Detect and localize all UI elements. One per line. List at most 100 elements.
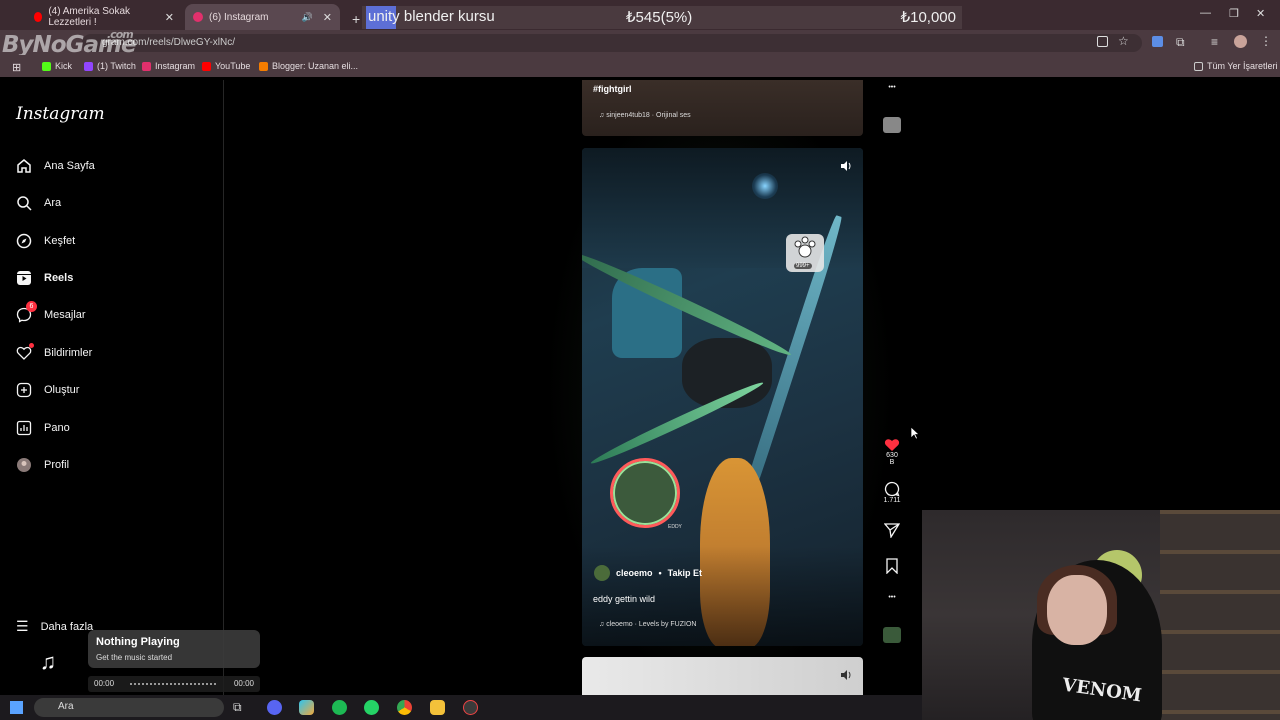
restore-icon[interactable]: ❐: [1229, 7, 1239, 20]
minimize-icon[interactable]: —: [1200, 7, 1211, 19]
taskbar-search[interactable]: Ara: [34, 698, 224, 717]
music-widget: ♫ Nothing Playing Get the music started …: [30, 630, 260, 695]
current-reel-video[interactable]: 999+ EDDY cleoemo • Takip Et eddy gettin…: [582, 148, 863, 646]
bookmark-icon: [886, 558, 898, 574]
copilot-icon[interactable]: [299, 700, 314, 715]
apps-grid-icon[interactable]: ⊞: [12, 61, 21, 74]
close-icon[interactable]: ✕: [323, 11, 332, 24]
author-avatar[interactable]: [594, 565, 610, 581]
comment-button[interactable]: 1.711: [883, 481, 901, 504]
plus-square-icon: [16, 382, 32, 398]
sidebar-item-create[interactable]: Oluştur: [16, 382, 79, 398]
donation-title: unity blender kursu: [368, 8, 495, 25]
previous-reel[interactable]: #fightgirl ♫ sinjeen4tub18 · Orijinal se…: [582, 80, 863, 136]
whatsapp-icon[interactable]: [364, 700, 379, 715]
webcam-overlay: VENOM: [922, 510, 1280, 720]
instagram-logo[interactable]: Instagram: [16, 104, 105, 124]
tab-label: (6) Instagram: [209, 11, 269, 23]
reels-icon: [16, 270, 32, 286]
next-reel[interactable]: [582, 657, 863, 695]
media-controls-icon[interactable]: ≡: [1211, 35, 1218, 49]
install-icon[interactable]: [1097, 36, 1108, 47]
sidebar-item-home[interactable]: Ana Sayfa: [16, 158, 95, 174]
windows-start-icon[interactable]: [10, 701, 23, 714]
bookmark-kick[interactable]: Kick: [42, 61, 72, 71]
avatar-icon: [16, 457, 32, 473]
bookmark-instagram[interactable]: Instagram: [142, 61, 195, 71]
volume-icon[interactable]: [841, 667, 853, 680]
music-note-icon[interactable]: ♫: [30, 640, 66, 684]
follow-button[interactable]: Takip Et: [668, 568, 702, 578]
bookmark-youtube[interactable]: YouTube: [202, 61, 250, 71]
sidebar-item-profile[interactable]: Profil: [16, 457, 69, 473]
heart-filled-icon: [884, 439, 900, 451]
reel-author: cleoemo • Takip Et: [594, 565, 702, 581]
chart-icon: [16, 420, 32, 436]
youtube-icon: [34, 12, 43, 22]
donation-goal: ₺10,000: [900, 9, 956, 26]
sidebar-item-dashboard[interactable]: Pano: [16, 420, 70, 436]
send-icon: [884, 523, 900, 538]
more-options-icon[interactable]: •••: [883, 594, 901, 601]
tab-youtube[interactable]: (4) Amerika Sokak Lezzetleri ! ✕: [26, 4, 182, 30]
now-playing-subtitle: Get the music started: [96, 653, 173, 662]
sidebar-item-reels[interactable]: Reels: [16, 270, 73, 286]
twitch-icon: [84, 61, 93, 71]
all-bookmarks[interactable]: Tüm Yer İşaretleri: [1194, 61, 1278, 71]
save-button[interactable]: [883, 558, 901, 574]
paw-count: 999+: [794, 263, 812, 269]
mouse-cursor-icon: [911, 427, 920, 440]
speaker-icon[interactable]: 🔊: [302, 12, 313, 23]
more-options-icon[interactable]: •••: [883, 84, 901, 91]
close-icon[interactable]: ✕: [165, 11, 174, 24]
star-icon[interactable]: ☆: [1118, 34, 1129, 48]
kebab-menu-icon[interactable]: ⋮: [1260, 34, 1272, 48]
share-button[interactable]: [883, 523, 901, 538]
sidebar-item-explore[interactable]: Keşfet: [16, 233, 75, 249]
sidebar-item-notifications[interactable]: Bildirimler: [16, 343, 92, 361]
webcam-face: [1047, 575, 1107, 645]
time-current: 00:00: [94, 679, 115, 688]
video-leaf: [588, 378, 766, 468]
task-view-icon[interactable]: ⧉: [233, 700, 248, 715]
files-icon[interactable]: [430, 700, 445, 715]
now-playing-card[interactable]: Nothing Playing Get the music started: [88, 630, 260, 668]
sidebar-item-search[interactable]: Ara: [16, 195, 61, 211]
author-username[interactable]: cleoemo: [616, 568, 653, 578]
tab-instagram[interactable]: (6) Instagram 🔊 ✕: [185, 4, 340, 30]
instagram-icon: [142, 61, 151, 71]
sidebar-item-messages[interactable]: 6 Mesajlar: [16, 301, 86, 323]
messenger-icon: 6: [16, 301, 37, 323]
game-icon[interactable]: [463, 700, 478, 715]
audio-thumb[interactable]: [883, 627, 901, 643]
progress-track[interactable]: [130, 683, 218, 685]
bookmark-twitch[interactable]: (1) Twitch: [84, 61, 136, 71]
windows-taskbar: Ara ⧉: [0, 695, 922, 720]
heart-icon: [16, 343, 34, 361]
discord-icon[interactable]: [267, 700, 282, 715]
previous-audio-thumb[interactable]: [883, 117, 901, 133]
kick-icon: [42, 61, 51, 71]
extensions-icon[interactable]: ⧉: [1176, 35, 1185, 50]
compass-icon: [16, 233, 32, 249]
browser-tab-bar: (4) Amerika Sokak Lezzetleri ! ✕ (6) Ins…: [0, 0, 1280, 30]
reel-hashtag[interactable]: #fightgirl: [593, 84, 632, 94]
chrome-icon[interactable]: [397, 700, 412, 715]
paw-sticker: 999+: [786, 234, 824, 272]
like-button[interactable]: 630 B: [883, 438, 901, 466]
time-total: 00:00: [233, 679, 254, 688]
volume-icon[interactable]: [841, 158, 853, 171]
reel-audio[interactable]: ♫ cleoemo · Levels by FUZION: [599, 621, 696, 628]
reel-audio[interactable]: ♫ sinjeen4tub18 · Orijinal ses: [599, 112, 691, 119]
instagram-sidebar: Instagram Ana Sayfa Ara Keşfet Reels 6 M…: [0, 80, 224, 695]
spotify-icon[interactable]: [332, 700, 347, 715]
radar-minimap: [610, 458, 680, 528]
notification-dot: [29, 343, 34, 348]
url-field[interactable]: gram.com/reels/DlweGY-xlNc/: [82, 34, 1142, 52]
translate-icon[interactable]: [1152, 36, 1163, 47]
profile-avatar-icon[interactable]: [1234, 35, 1247, 48]
bookmark-blogger[interactable]: Blogger: Uzanan eli...: [259, 61, 358, 71]
window-close-icon[interactable]: ✕: [1256, 7, 1265, 20]
music-progress[interactable]: 00:00 00:00: [88, 676, 260, 692]
address-bar-row: gram.com/reels/DlweGY-xlNc/: [0, 30, 1280, 55]
